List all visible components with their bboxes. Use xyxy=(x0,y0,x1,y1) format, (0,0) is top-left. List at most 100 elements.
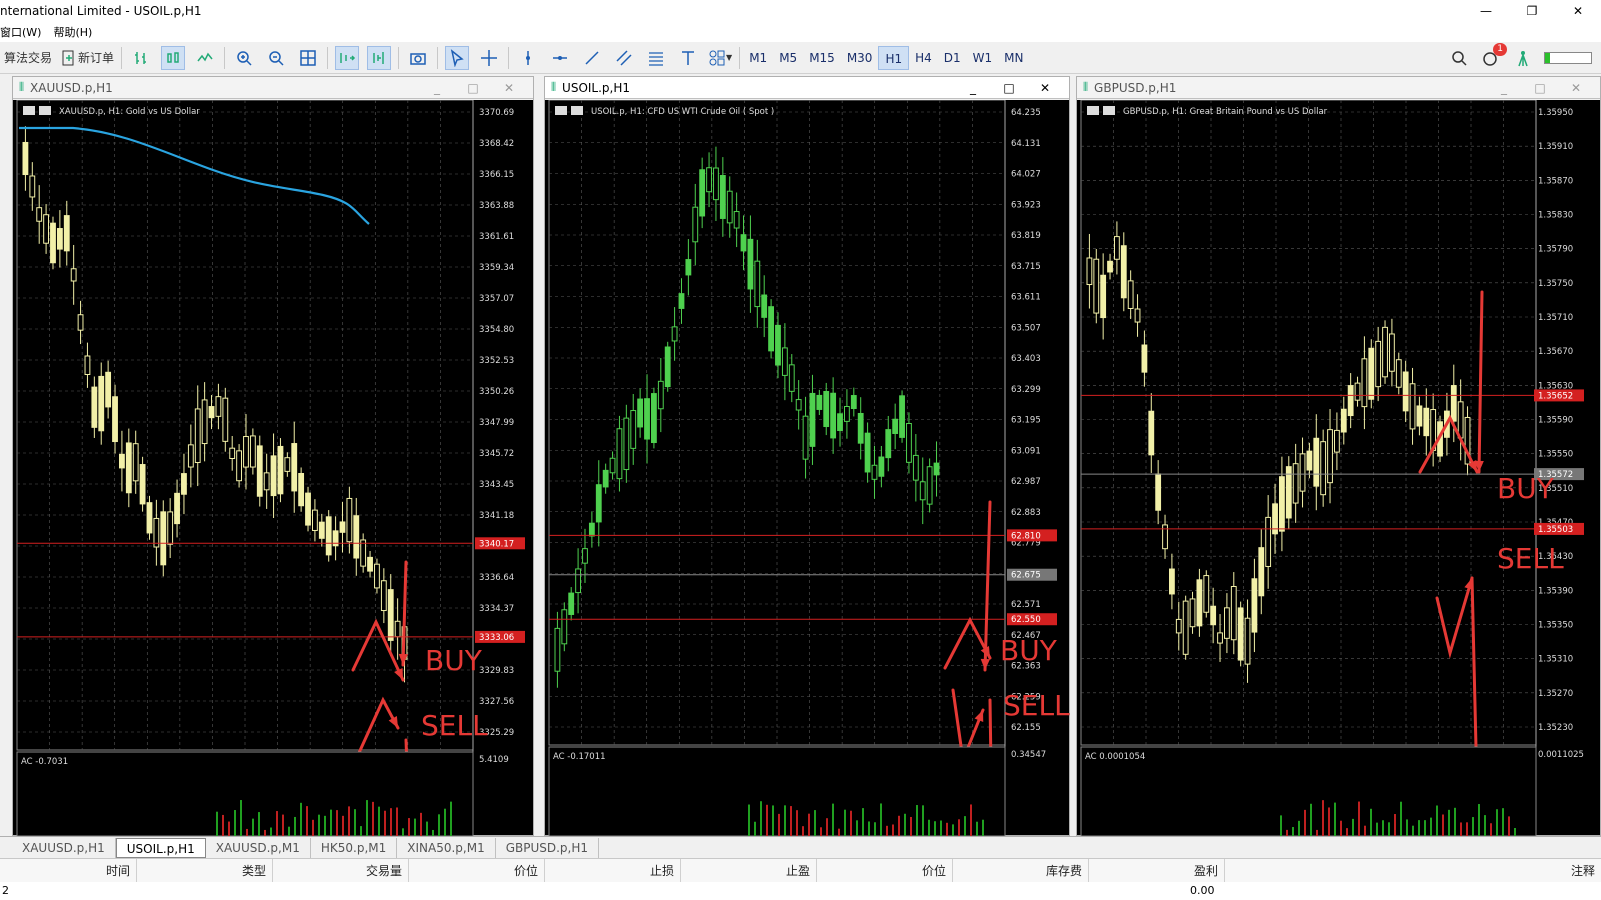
candle-body xyxy=(380,580,387,612)
candle-body xyxy=(1189,598,1196,628)
maximize-icon[interactable]: □ xyxy=(455,77,491,99)
candle-body xyxy=(857,412,864,444)
col-sl[interactable]: 止损 xyxy=(545,859,681,883)
screenshot-button[interactable] xyxy=(406,46,430,70)
indicator-panel xyxy=(548,746,1006,836)
price-tick-label: 63.299 xyxy=(1011,385,1041,395)
indicator-scale-label: 0.34547 xyxy=(1011,750,1046,760)
vertical-line-button[interactable] xyxy=(516,46,540,70)
chart-window-title: GBPUSD.p,H1 xyxy=(1094,80,1177,95)
horizontal-line-button[interactable] xyxy=(548,46,572,70)
tab-xauusd-h1[interactable]: XAUUSD.p,H1 xyxy=(12,837,116,858)
connection-indicator xyxy=(1543,46,1593,70)
timeframe-d1[interactable]: D1 xyxy=(938,46,967,70)
timeframe-m1[interactable]: M1 xyxy=(743,46,773,70)
col-swap[interactable]: 库存费 xyxy=(953,859,1089,883)
chart-shift-icon xyxy=(373,51,384,64)
search-button[interactable] xyxy=(1447,46,1471,70)
zoom-in-icon xyxy=(237,50,252,66)
candle-body xyxy=(167,511,174,545)
menu-help[interactable]: 帮助(H) xyxy=(53,24,104,40)
col-tp[interactable]: 止盈 xyxy=(681,859,817,883)
candle-body xyxy=(222,397,229,442)
timeframe-m5[interactable]: M5 xyxy=(773,46,803,70)
close-button[interactable]: ✕ xyxy=(1555,0,1601,22)
tab-hk50-m1[interactable]: HK50.p,M1 xyxy=(311,837,398,858)
cursor-button[interactable] xyxy=(445,45,470,70)
candle-body xyxy=(1120,245,1127,299)
timeframe-m30[interactable]: M30 xyxy=(841,46,879,70)
autoscroll-icon xyxy=(340,52,356,63)
minimize-icon[interactable]: _ xyxy=(1486,77,1522,99)
timeframe-mn[interactable]: MN xyxy=(998,46,1029,70)
symbol-flag-icon xyxy=(555,106,567,115)
col-time[interactable]: 时间 xyxy=(0,859,137,883)
tab-usoil-h1[interactable]: USOIL.p,H1 xyxy=(115,837,206,858)
candle-body xyxy=(50,222,56,264)
price-tick-label: 1.35950 xyxy=(1538,108,1573,118)
tab-xina50-m1[interactable]: XINA50.p,M1 xyxy=(397,837,496,858)
tab-gbpusd-h1[interactable]: GBPUSD.p,H1 xyxy=(496,837,600,858)
chart-window-xauusd[interactable]: ⫴ XAUUSD.p,H1 _ □ ✕ 3370.69 3368.42 3366.15 3… xyxy=(12,76,534,836)
chart-canvas[interactable]: 1.35950 1.35910 1.35870 1.35830 1.35790 1.357… xyxy=(1077,100,1600,836)
tile-windows-button[interactable] xyxy=(296,46,320,70)
bar-chart-button[interactable] xyxy=(129,46,153,70)
chart-shift-button[interactable] xyxy=(367,45,392,70)
timeframe-h1[interactable]: H1 xyxy=(878,45,910,70)
candlestick-button[interactable] xyxy=(161,45,186,70)
chart-canvas[interactable]: 64.235 64.131 64.027 63.923 63.819 63.715 63.6… xyxy=(545,100,1070,836)
col-price[interactable]: 价位 xyxy=(409,859,545,883)
maximize-icon[interactable]: □ xyxy=(991,77,1027,99)
timeframe-w1[interactable]: W1 xyxy=(967,46,999,70)
col-price-current[interactable]: 价位 xyxy=(817,859,953,883)
notifications-button[interactable]: 1 xyxy=(1479,43,1507,70)
sell-label: SELL xyxy=(1497,542,1564,575)
menu-window[interactable]: 窗口(W) xyxy=(0,24,53,40)
new-order-button[interactable]: 新订单 xyxy=(60,46,114,70)
shapes-dropdown-button[interactable]: ▼ xyxy=(708,46,732,70)
chart-window-title-bar[interactable]: ⫴ USOIL.p,H1 _ □ ✕ xyxy=(545,77,1069,99)
zoom-out-button[interactable] xyxy=(264,46,288,70)
algo-trading-button[interactable]: 算法交易 xyxy=(4,46,52,70)
candle-body xyxy=(139,464,146,505)
signals-button[interactable] xyxy=(1511,46,1535,70)
close-icon[interactable]: ✕ xyxy=(491,77,527,99)
chart-window-usoil[interactable]: ⫴ USOIL.p,H1 _ □ ✕ 64.235 64.131 64.027 63.92… xyxy=(544,76,1070,836)
channel-button[interactable] xyxy=(612,46,636,70)
col-profit[interactable]: 盈利 xyxy=(1089,859,1225,883)
zoom-in-button[interactable] xyxy=(232,46,256,70)
candle-body xyxy=(1224,607,1230,639)
chart-canvas[interactable]: 3370.69 3368.42 3366.15 3363.88 3361.61 3359.… xyxy=(13,100,533,836)
autoscroll-button[interactable] xyxy=(335,45,360,70)
minimize-icon[interactable]: _ xyxy=(419,77,455,99)
candle-body xyxy=(1251,578,1258,633)
maximize-icon[interactable]: □ xyxy=(1522,77,1558,99)
candle-body xyxy=(651,393,657,444)
trendline-button[interactable] xyxy=(580,46,604,70)
col-comment[interactable]: 注释 xyxy=(1225,859,1601,883)
candle-body xyxy=(864,432,871,473)
price-tick-label: 3363.88 xyxy=(479,201,514,211)
tab-xauusd-m1[interactable]: XAUUSD.p,M1 xyxy=(206,837,311,858)
line-chart-button[interactable] xyxy=(193,46,217,70)
text-tool-button[interactable] xyxy=(676,46,700,70)
minimize-icon[interactable]: _ xyxy=(955,77,991,99)
col-volume[interactable]: 交易量 xyxy=(273,859,409,883)
fibonacci-button[interactable] xyxy=(644,46,668,70)
chart-window-title-bar[interactable]: ⫴ GBPUSD.p,H1 _ □ ✕ xyxy=(1077,77,1600,99)
chart-window-title-bar[interactable]: ⫴ XAUUSD.p,H1 _ □ ✕ xyxy=(13,77,533,99)
col-type[interactable]: 类型 xyxy=(137,859,273,883)
minimize-button[interactable]: — xyxy=(1463,0,1509,22)
search-icon xyxy=(1452,51,1467,66)
crosshair-button[interactable] xyxy=(477,46,501,70)
candle-body xyxy=(844,405,850,422)
candle-body xyxy=(1265,516,1272,567)
close-icon[interactable]: ✕ xyxy=(1558,77,1594,99)
timeframe-h4[interactable]: H4 xyxy=(909,46,938,70)
candle-body xyxy=(933,462,940,476)
chart-window-gbpusd[interactable]: ⫴ GBPUSD.p,H1 _ □ ✕ 1.35950 1.35910 1.35870 1… xyxy=(1076,76,1601,836)
maximize-button[interactable]: ❐ xyxy=(1509,0,1555,22)
timeframe-m15[interactable]: M15 xyxy=(803,46,841,70)
buy-label: BUY xyxy=(1000,634,1058,667)
close-icon[interactable]: ✕ xyxy=(1027,77,1063,99)
